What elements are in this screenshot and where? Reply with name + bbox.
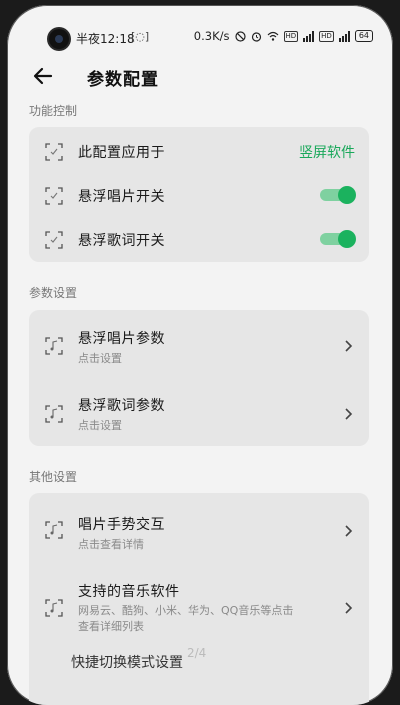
row-floating-lyrics-switch: 悬浮歌词开关 xyxy=(29,217,369,262)
chevron-right-icon xyxy=(345,408,353,420)
phone-screen: 半夜12:18 [◌] 0.3K/s HD HD 64 参数配置 功能控制 此配… xyxy=(7,5,393,705)
placeholder-frame-icon xyxy=(45,143,63,161)
chevron-right-icon xyxy=(345,602,353,614)
row-floating-record-params[interactable]: 悬浮唱片参数 点击设置 xyxy=(29,310,369,378)
card-function-control: 此配置应用于 竖屏软件 悬浮唱片开关 悬浮歌词开关 xyxy=(29,127,369,262)
section-header-function: 功能控制 xyxy=(29,104,78,118)
card-other-settings: 唱片手势交互 点击查看详情 支持的音乐软件 网易云、酷狗、小米、华为、QQ音乐等… xyxy=(29,493,369,705)
section-header-params: 参数设置 xyxy=(29,286,78,300)
page-title: 参数配置 xyxy=(87,70,159,90)
status-right: 0.3K/s HD HD 64 xyxy=(194,29,373,43)
row-floating-lyrics-params[interactable]: 悬浮歌词参数 点击设置 xyxy=(29,378,369,446)
hd-badge-1: HD xyxy=(283,30,299,42)
placeholder-frame-icon xyxy=(45,187,63,205)
next-row-label-cut[interactable]: 快捷切换模式设置 xyxy=(71,652,183,672)
net-speed: 0.3K/s xyxy=(193,29,230,43)
no-disturb-icon xyxy=(234,30,246,42)
floating-lyrics-toggle[interactable] xyxy=(320,230,356,248)
music-note-icon xyxy=(45,521,63,539)
row-sublabel: 点击设置 xyxy=(78,352,122,365)
row-label: 悬浮唱片开关 xyxy=(78,189,165,205)
battery-icon: 64 xyxy=(354,30,373,42)
card-param-settings: 悬浮唱片参数 点击设置 悬浮歌词参数 点击设置 xyxy=(29,310,369,446)
floating-record-toggle[interactable] xyxy=(320,186,356,204)
row-label: 此配置应用于 xyxy=(78,145,165,161)
row-apply-to[interactable]: 此配置应用于 竖屏软件 xyxy=(29,127,369,173)
row-floating-record-switch: 悬浮唱片开关 xyxy=(29,173,369,217)
music-note-icon xyxy=(45,337,63,355)
wifi-icon xyxy=(267,31,278,41)
chevron-right-icon xyxy=(345,340,353,352)
row-sublabel: 点击设置 xyxy=(78,419,122,432)
page-indicator: 2/4 xyxy=(187,646,207,660)
row-sublabel-line1: 网易云、酷狗、小米、华为、QQ音乐等点击 xyxy=(78,604,294,617)
alarm-icon xyxy=(251,31,261,42)
screenshot-status-icon: [◌] xyxy=(131,30,150,43)
hd-badge-2: HD xyxy=(319,30,334,42)
chevron-right-icon xyxy=(345,525,353,537)
row-label: 悬浮唱片参数 xyxy=(78,331,165,347)
status-time: 半夜12:18 xyxy=(76,32,135,46)
signal-icon-2 xyxy=(338,30,350,42)
status-bar: 半夜12:18 [◌] 0.3K/s HD HD 64 xyxy=(7,5,393,49)
app-bar: 参数配置 xyxy=(7,59,393,97)
apply-to-value[interactable]: 竖屏软件 xyxy=(299,142,355,162)
placeholder-frame-icon xyxy=(45,231,63,249)
front-camera xyxy=(49,29,69,49)
row-label: 悬浮歌词开关 xyxy=(78,233,165,249)
music-note-icon xyxy=(45,405,63,423)
back-arrow-icon[interactable] xyxy=(32,65,54,87)
row-record-gesture[interactable]: 唱片手势交互 点击查看详情 xyxy=(29,493,369,563)
music-note-icon xyxy=(45,599,63,617)
signal-icon-1 xyxy=(303,30,315,42)
row-sublabel-line2: 查看详细列表 xyxy=(78,620,144,633)
row-supported-music-apps[interactable]: 支持的音乐软件 网易云、酷狗、小米、华为、QQ音乐等点击 查看详细列表 xyxy=(29,563,369,649)
row-sublabel: 点击查看详情 xyxy=(78,538,144,551)
section-header-other: 其他设置 xyxy=(29,470,78,484)
row-label: 支持的音乐软件 xyxy=(78,584,180,600)
row-label: 唱片手势交互 xyxy=(78,517,165,533)
row-label: 悬浮歌词参数 xyxy=(78,398,165,414)
